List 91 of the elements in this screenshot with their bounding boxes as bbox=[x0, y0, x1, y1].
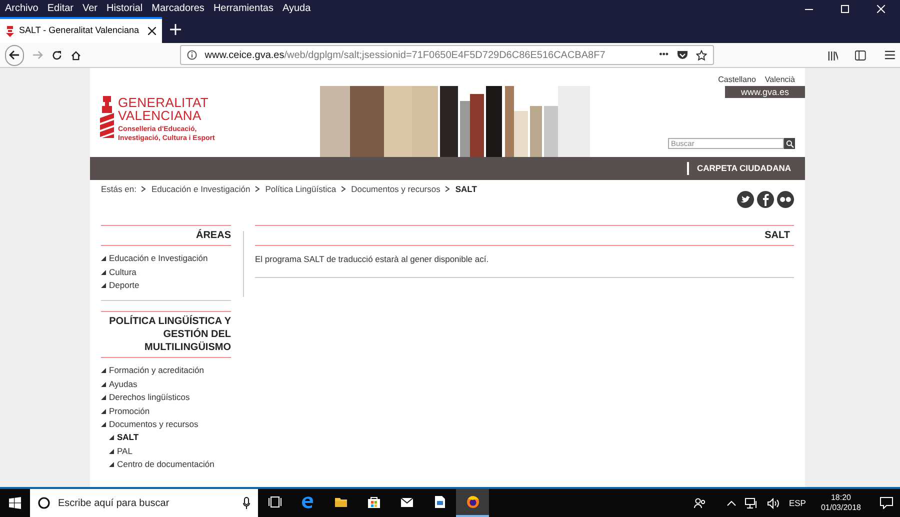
back-arrow-icon bbox=[9, 50, 20, 60]
sidebar-link[interactable]: PAL bbox=[117, 444, 132, 458]
url-text: www.ceice.gva.es/web/dgplgm/salt;jsessionid=71F0650E4F5D729D6C86E516CACBA8F7 bbox=[204, 48, 606, 62]
section-title: ÁREAS bbox=[194, 228, 231, 243]
menu-item[interactable]: Historial bbox=[106, 1, 143, 16]
sidebar-link[interactable]: Promoción bbox=[109, 404, 150, 418]
sidebar-link[interactable]: Deporte bbox=[109, 279, 140, 292]
browser-tab[interactable]: SALT - Generalitat Valenciana bbox=[0, 17, 162, 43]
sidebar-icon[interactable] bbox=[855, 50, 866, 60]
info-icon bbox=[186, 50, 197, 60]
sidebar-link[interactable]: Formación y acreditación bbox=[109, 364, 204, 378]
triangle-bullet-icon bbox=[101, 422, 106, 427]
menu-icon[interactable] bbox=[885, 50, 895, 60]
chevron-up-icon[interactable] bbox=[726, 500, 736, 506]
maximize-icon bbox=[841, 4, 849, 12]
menu-item[interactable]: Marcadores bbox=[152, 1, 204, 16]
triangle-bullet-icon bbox=[101, 270, 106, 275]
bookmark-star-icon[interactable] bbox=[696, 50, 707, 60]
language-indicator[interactable]: ESP bbox=[788, 496, 806, 510]
search-button[interactable] bbox=[784, 138, 795, 149]
content-text: El programa SALT de traducció estarà al gener disponible ací. bbox=[255, 253, 490, 266]
triangle-bullet-icon bbox=[101, 395, 106, 400]
close-icon bbox=[877, 4, 885, 12]
bird-icon[interactable] bbox=[737, 191, 754, 208]
breadcrumb-link[interactable]: Documentos y recursos bbox=[351, 182, 440, 196]
folder-icon[interactable] bbox=[334, 495, 348, 509]
taskbar-search[interactable]: Escribe aquí para buscar bbox=[30, 489, 258, 517]
portal-link[interactable]: www.gva.es bbox=[725, 86, 805, 98]
menu-item[interactable]: Ayuda bbox=[282, 1, 311, 16]
cortana-circle-icon bbox=[38, 497, 50, 509]
sidebar-link[interactable]: Ayudas bbox=[109, 378, 138, 391]
pocket-icon[interactable] bbox=[676, 50, 688, 60]
new-tab-icon[interactable] bbox=[170, 24, 181, 35]
sidebar-link[interactable]: SALT bbox=[117, 431, 139, 444]
two-dots-icon[interactable] bbox=[777, 191, 794, 208]
menu-item[interactable]: Herramientas bbox=[213, 1, 274, 16]
content-title: SALT bbox=[764, 229, 791, 243]
breadcrumb-current: SALT bbox=[455, 182, 477, 196]
chevron-icon bbox=[445, 186, 450, 192]
menu-item[interactable]: Ver bbox=[82, 1, 98, 16]
triangle-bullet-icon bbox=[101, 368, 106, 374]
task-view-icon[interactable] bbox=[268, 495, 282, 509]
clock-date[interactable]: 01/03/2018 bbox=[820, 503, 861, 513]
notification-icon[interactable] bbox=[880, 497, 893, 509]
close-icon[interactable] bbox=[148, 27, 156, 35]
sidebar-link[interactable]: Centro de documentación bbox=[117, 458, 214, 471]
triangle-bullet-icon bbox=[101, 282, 106, 288]
reload-icon[interactable] bbox=[52, 50, 62, 60]
speaker-icon[interactable] bbox=[766, 498, 780, 508]
chevron-icon bbox=[255, 186, 260, 192]
coat-of-arms-icon bbox=[100, 96, 114, 140]
triangle-bullet-icon bbox=[101, 382, 106, 387]
network-icon[interactable] bbox=[744, 498, 758, 508]
page-actions-button[interactable]: ••• bbox=[659, 48, 669, 62]
nav-link[interactable]: CARPETA CIUDADANA bbox=[697, 162, 791, 175]
logo-title: VALENCIANA bbox=[118, 109, 202, 122]
firefox-icon[interactable] bbox=[466, 495, 480, 509]
breadcrumb-link[interactable]: Política Lingüística bbox=[265, 182, 336, 196]
language-link[interactable]: Castellano bbox=[718, 74, 756, 86]
triangle-bullet-icon bbox=[109, 448, 114, 454]
sidebar-link[interactable]: Educación e Investigación bbox=[109, 252, 208, 266]
menu-item[interactable]: Archivo bbox=[5, 1, 38, 16]
people-icon[interactable] bbox=[694, 497, 706, 509]
start-icon[interactable] bbox=[9, 497, 21, 509]
sidebar-link[interactable]: Documentos y recursos bbox=[109, 418, 198, 431]
triangle-bullet-icon bbox=[109, 462, 114, 468]
store-bag-icon[interactable] bbox=[366, 495, 380, 509]
triangle-bullet-icon bbox=[109, 435, 114, 440]
breadcrumb-link[interactable]: Educación e Investigación bbox=[151, 182, 250, 196]
clock-time[interactable]: 18:20 bbox=[830, 493, 851, 503]
language-link[interactable]: Valencià bbox=[764, 74, 795, 86]
microphone-icon bbox=[243, 497, 250, 509]
chevron-icon bbox=[341, 186, 346, 192]
breadcrumb-label: Estás en: bbox=[101, 182, 136, 196]
sidebar-link[interactable]: Cultura bbox=[109, 266, 136, 278]
letter-f-icon[interactable] bbox=[757, 191, 774, 208]
envelope-icon[interactable] bbox=[400, 495, 414, 509]
address-bar[interactable]: www.ceice.gva.es/web/dgplgm/salt;jsessionid=71F0650E4F5D729D6C86E516CACBA8F7 ••• bbox=[180, 45, 714, 65]
logo-title: GENERALITAT bbox=[118, 96, 210, 109]
chevron-icon bbox=[141, 186, 146, 192]
triangle-bullet-icon bbox=[101, 408, 106, 414]
sidebar-link[interactable]: Derechos lingüísticos bbox=[109, 391, 190, 404]
document-icon[interactable] bbox=[432, 495, 446, 509]
tab-favicon-icon bbox=[6, 26, 14, 36]
triangle-bullet-icon bbox=[101, 256, 106, 262]
library-icon[interactable] bbox=[828, 50, 838, 60]
browser-e-icon[interactable] bbox=[300, 495, 314, 509]
menu-item[interactable]: Editar bbox=[47, 1, 74, 16]
back-button[interactable] bbox=[5, 44, 24, 66]
section-title: POLÍTICA LINGÜÍSTICA Y GESTIÓN DEL MULTILINGÜISMO bbox=[108, 314, 231, 356]
home-icon[interactable] bbox=[70, 50, 81, 60]
